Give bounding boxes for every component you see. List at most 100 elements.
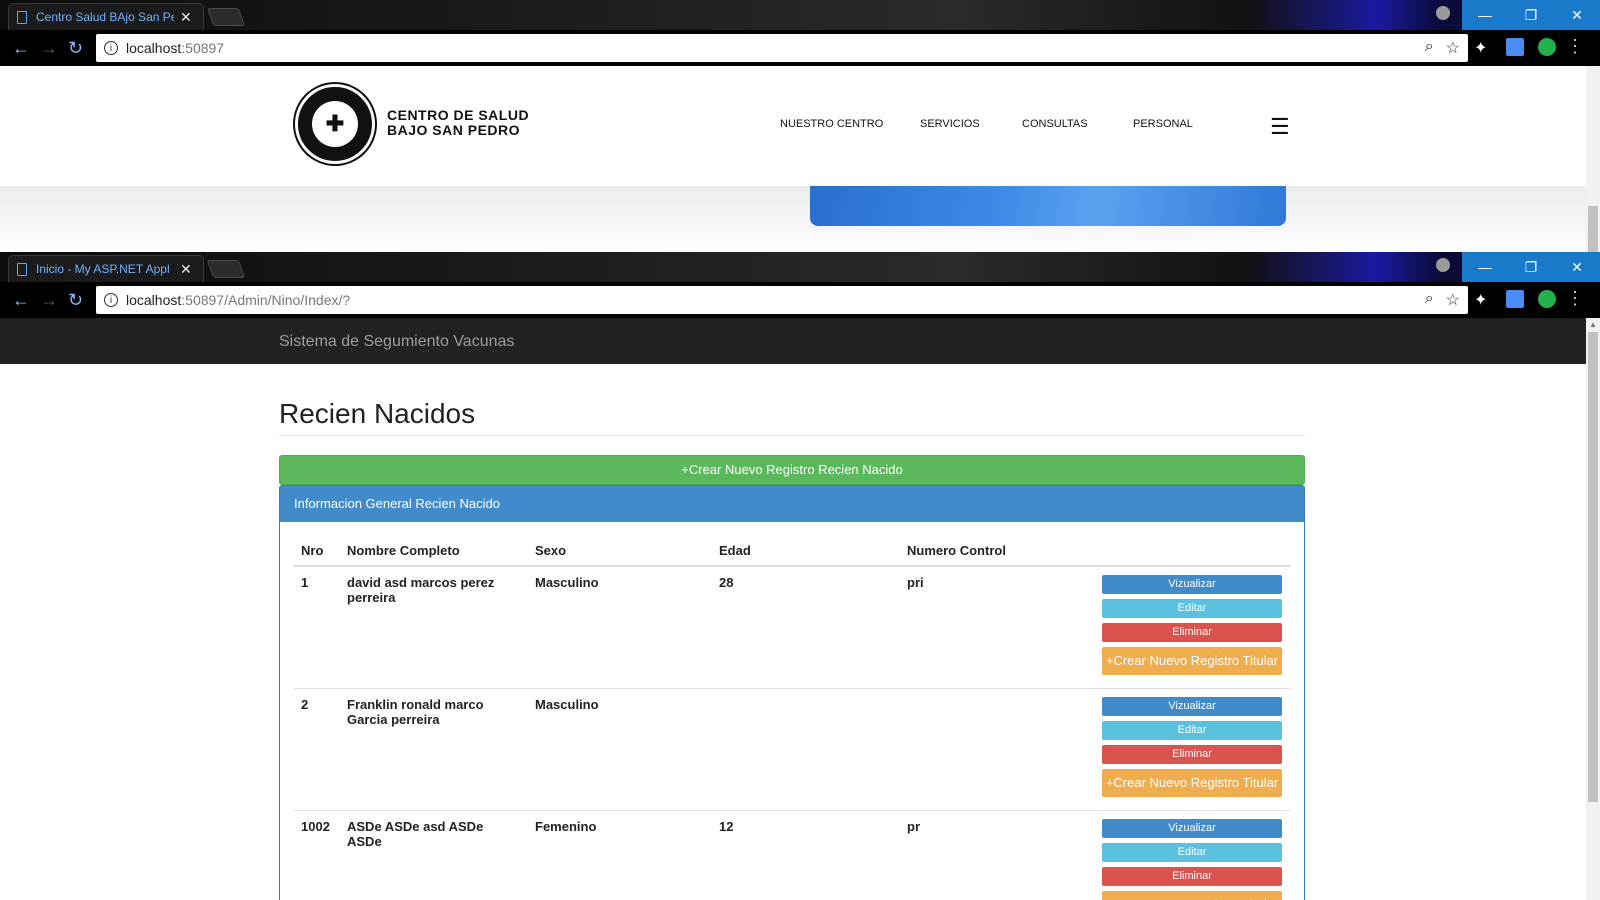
newborn-table: Nro Nombre Completo Sexo Edad Numero Con… <box>294 536 1290 900</box>
cell-edad: 12 <box>712 810 900 900</box>
cell-sexo: Masculino <box>528 565 712 689</box>
create-titular-button[interactable]: +Crear Nuevo Registro Titular <box>1102 891 1282 900</box>
cell-numero-control: pr <box>900 810 1095 900</box>
cell-sexo: Masculino <box>528 688 712 811</box>
url-text: localhost:50897/Admin/Nino/Index/? <box>126 292 351 308</box>
forward-icon[interactable]: → <box>40 290 58 310</box>
cell-numero-control <box>900 688 1095 811</box>
browser-tab[interactable]: Inicio - My ASP.NET Appl ✕ <box>8 255 204 282</box>
hero-image <box>810 186 1286 226</box>
edit-button[interactable]: Editar <box>1102 599 1282 618</box>
info-icon[interactable]: i <box>104 41 118 55</box>
delete-button[interactable]: Eliminar <box>1102 867 1282 886</box>
column-header-nro: Nro <box>294 536 340 567</box>
nav-personal[interactable]: PERSONAL <box>1133 118 1193 130</box>
cell-nro: 1 <box>294 565 340 689</box>
table-row: 1002 ASDe ASDe asd ASDe ASDe Femenino 12… <box>294 810 1290 900</box>
browser-toolbar: ← → ↻ i localhost:50897 ⌕ ☆ ✦ ⋮ <box>0 30 1600 66</box>
cell-edad: 28 <box>712 565 900 689</box>
close-tab-icon[interactable]: ✕ <box>180 9 192 26</box>
address-bar[interactable]: i localhost:50897 ⌕ ☆ <box>96 34 1468 62</box>
browser-toolbar: ← → ↻ i localhost:50897/Admin/Nino/Index… <box>0 282 1600 318</box>
close-tab-icon[interactable]: ✕ <box>180 261 192 278</box>
translate-extension-icon[interactable] <box>1506 38 1524 56</box>
restore-button[interactable]: ❐ <box>1508 252 1554 282</box>
logo[interactable]: ✚ <box>295 84 375 164</box>
minimize-button[interactable]: — <box>1462 252 1508 282</box>
new-tab-button[interactable] <box>206 260 246 278</box>
hero-background <box>0 186 1586 252</box>
brand-name[interactable]: CENTRO DE SALUD BAJO SAN PEDRO <box>387 108 529 138</box>
page-content: Sistema de Segumiento Vacunas Recien Nac… <box>0 318 1586 900</box>
nav-consultas[interactable]: CONSULTAS <box>1022 118 1088 130</box>
minimize-button[interactable]: — <box>1462 0 1508 30</box>
translate-extension-icon[interactable] <box>1506 290 1524 308</box>
reload-icon[interactable]: ↻ <box>68 290 83 310</box>
edit-button[interactable]: Editar <box>1102 721 1282 740</box>
cell-edad <box>712 688 900 811</box>
extension-puzzle-icon[interactable]: ✦ <box>1474 38 1492 57</box>
cell-actions: Vizualizar Editar Eliminar +Crear Nuevo … <box>1095 810 1290 900</box>
cell-nombre: david asd marcos perez perreira <box>340 565 528 689</box>
check-extension-icon[interactable] <box>1538 290 1556 308</box>
nav-servicios[interactable]: SERVICIOS <box>920 118 980 130</box>
scroll-up-icon[interactable]: ▲ <box>1589 320 1597 329</box>
profile-icon[interactable] <box>1436 258 1450 272</box>
column-header-actions <box>1095 536 1290 567</box>
zoom-icon[interactable]: ⌕ <box>1425 290 1434 310</box>
reload-icon[interactable]: ↻ <box>68 38 83 58</box>
close-window-button[interactable]: ✕ <box>1554 252 1600 282</box>
browser-tab[interactable]: Centro Salud BAjo San Pe ✕ <box>8 3 204 30</box>
forward-icon[interactable]: → <box>40 38 58 58</box>
back-icon[interactable]: ← <box>12 38 30 58</box>
scrollbar[interactable] <box>1586 66 1600 252</box>
check-extension-icon[interactable] <box>1538 38 1556 56</box>
new-tab-button[interactable] <box>206 8 246 26</box>
view-button[interactable]: Vizualizar <box>1102 575 1282 594</box>
cell-actions: Vizualizar Editar Eliminar +Crear Nuevo … <box>1095 688 1290 811</box>
column-header-edad: Edad <box>712 536 900 567</box>
cell-nro: 2 <box>294 688 340 811</box>
edit-button[interactable]: Editar <box>1102 843 1282 862</box>
extension-puzzle-icon[interactable]: ✦ <box>1474 290 1492 309</box>
restore-button[interactable]: ❐ <box>1508 0 1554 30</box>
scrollbar[interactable]: ▲ <box>1586 318 1600 900</box>
column-header-numero-control: Numero Control <box>900 536 1095 567</box>
table-row: 2 Franklin ronald marco Garcia perreira … <box>294 688 1290 811</box>
menu-icon[interactable]: ⋮ <box>1566 36 1584 57</box>
hamburger-menu-icon[interactable]: ☰ <box>1270 114 1290 140</box>
profile-icon[interactable] <box>1436 6 1450 20</box>
create-titular-button[interactable]: +Crear Nuevo Registro Titular <box>1102 647 1282 675</box>
url-text: localhost:50897 <box>126 40 225 56</box>
cell-actions: Vizualizar Editar Eliminar +Crear Nuevo … <box>1095 565 1290 689</box>
site-header: ✚ CENTRO DE SALUD BAJO SAN PEDRO NUESTRO… <box>0 66 1586 186</box>
bookmark-star-icon[interactable]: ☆ <box>1446 38 1460 58</box>
cell-numero-control: pri <box>900 565 1095 689</box>
page-icon <box>17 10 27 24</box>
view-button[interactable]: Vizualizar <box>1102 819 1282 838</box>
app-brand-link[interactable]: Sistema de Segumiento Vacunas <box>279 333 514 351</box>
zoom-icon[interactable]: ⌕ <box>1425 38 1434 58</box>
close-window-button[interactable]: ✕ <box>1554 0 1600 30</box>
create-newborn-button[interactable]: +Crear Nuevo Registro Recien Nacido <box>279 455 1305 485</box>
column-header-nombre: Nombre Completo <box>340 536 528 567</box>
title-bar: Centro Salud BAjo San Pe ✕ — ❐ ✕ <box>0 0 1600 30</box>
newborn-panel: Informacion General Recien Nacido Nro No… <box>279 485 1305 900</box>
page-content: ✚ CENTRO DE SALUD BAJO SAN PEDRO NUESTRO… <box>0 66 1586 252</box>
cell-nro: 1002 <box>294 810 340 900</box>
browser-window-1: Centro Salud BAjo San Pe ✕ — ❐ ✕ ← → ↻ i… <box>0 0 1600 252</box>
bookmark-star-icon[interactable]: ☆ <box>1446 290 1460 310</box>
divider <box>279 435 1305 436</box>
delete-button[interactable]: Eliminar <box>1102 745 1282 764</box>
nav-nuestro-centro[interactable]: NUESTRO CENTRO <box>780 118 883 130</box>
page-icon <box>17 262 27 276</box>
info-icon[interactable]: i <box>104 293 118 307</box>
table-header-row: Nro Nombre Completo Sexo Edad Numero Con… <box>294 536 1290 567</box>
back-icon[interactable]: ← <box>12 290 30 310</box>
delete-button[interactable]: Eliminar <box>1102 623 1282 642</box>
create-titular-button[interactable]: +Crear Nuevo Registro Titular <box>1102 769 1282 797</box>
title-bar: Inicio - My ASP.NET Appl ✕ — ❐ ✕ <box>0 252 1600 282</box>
address-bar[interactable]: i localhost:50897/Admin/Nino/Index/? ⌕ ☆ <box>96 286 1468 314</box>
view-button[interactable]: Vizualizar <box>1102 697 1282 716</box>
menu-icon[interactable]: ⋮ <box>1566 288 1584 309</box>
